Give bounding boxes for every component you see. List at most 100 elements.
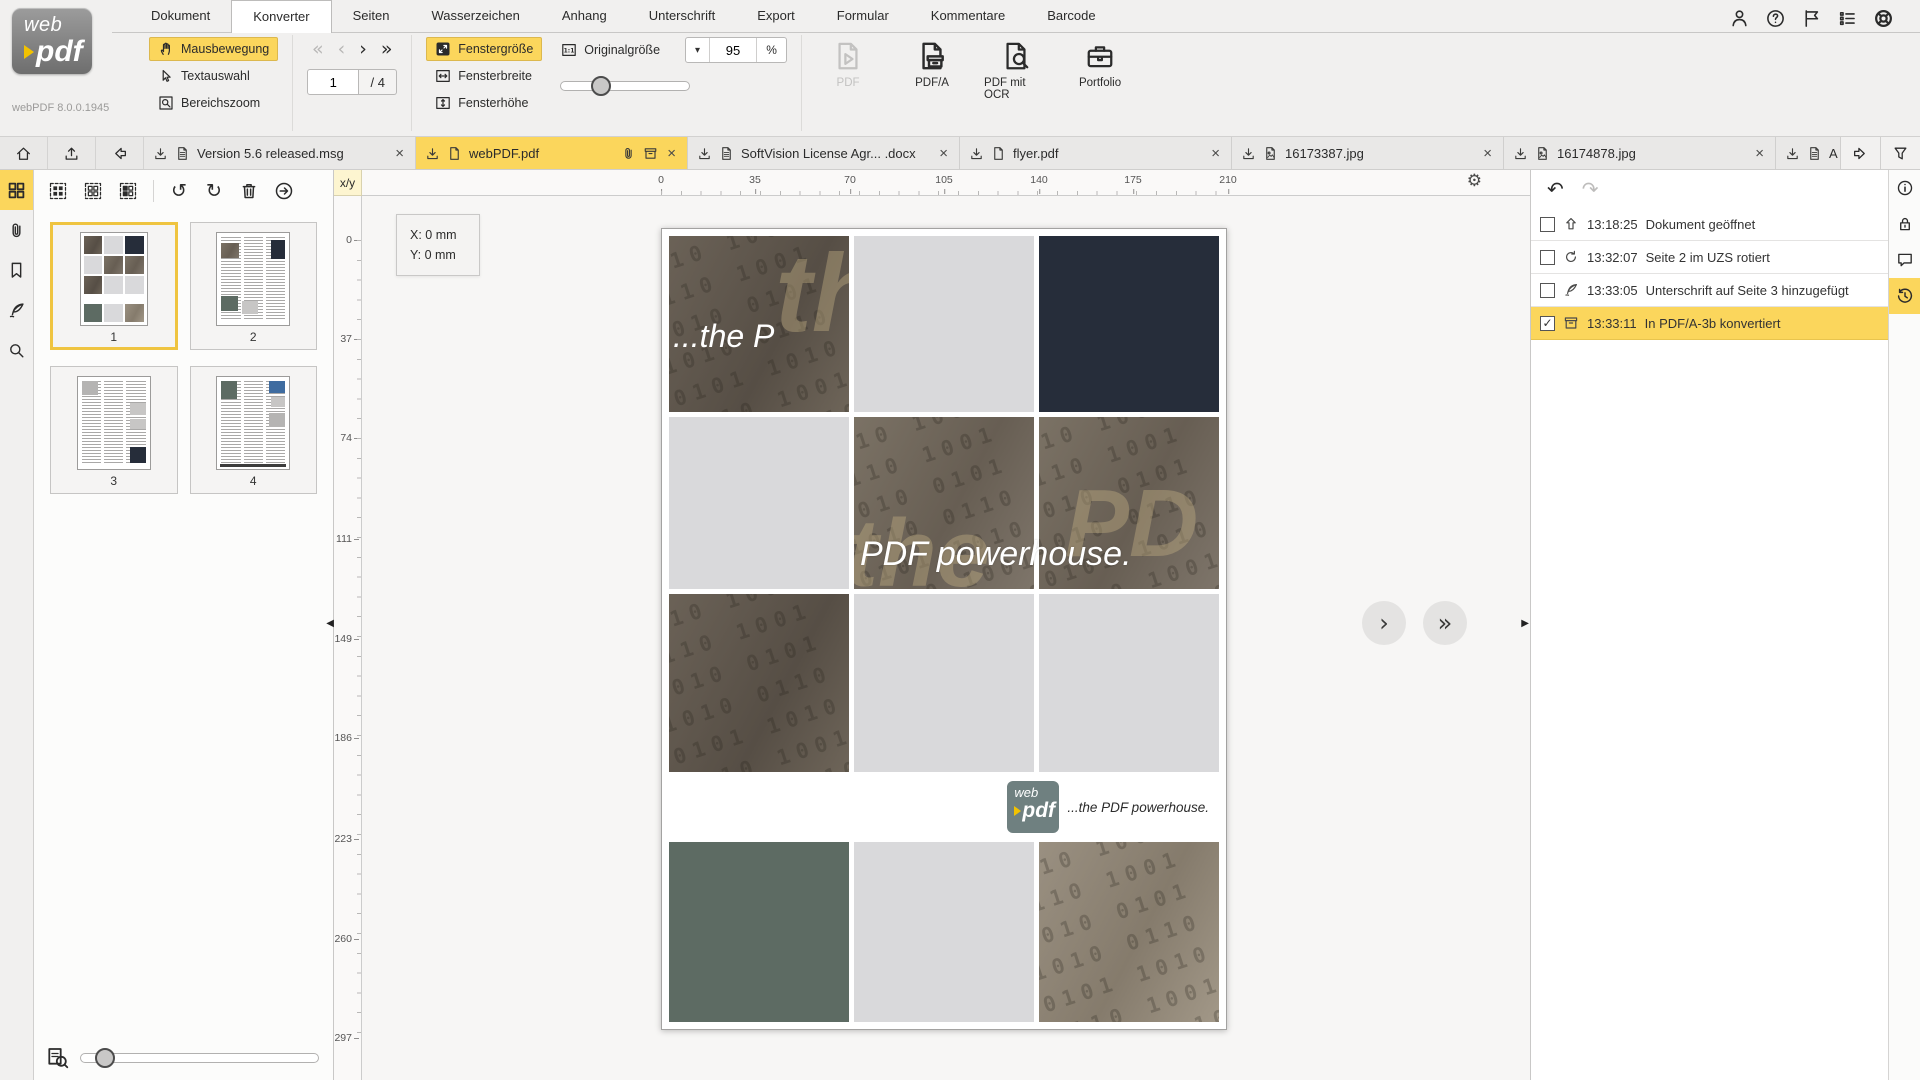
comments-panel-button[interactable]: [1889, 242, 1920, 278]
menu-tab-unterschrift[interactable]: Unterschrift: [628, 0, 736, 33]
text-select-button[interactable]: Textauswahl: [149, 64, 278, 88]
menu-tab-kommentare[interactable]: Kommentare: [910, 0, 1026, 33]
attachments-panel-button[interactable]: [0, 210, 33, 250]
menu-tab-konverter[interactable]: Konverter: [231, 0, 331, 33]
menu-tab-dokument[interactable]: Dokument: [130, 0, 231, 33]
signature-panel-button[interactable]: [0, 290, 33, 330]
history-item[interactable]: 13:32:07 Seite 2 im UZS rotiert: [1531, 241, 1888, 274]
history-checkbox-checked[interactable]: ✓: [1540, 316, 1555, 331]
original-size-button[interactable]: 1:1Originalgröße: [552, 38, 669, 62]
page-number-label: 4: [250, 474, 257, 488]
filter-tabs-button[interactable]: [1880, 137, 1920, 169]
page-thumbnail-3[interactable]: 3: [50, 366, 178, 494]
security-panel-button[interactable]: [1889, 206, 1920, 242]
menu-tab-wasserzeichen[interactable]: Wasserzeichen: [411, 0, 541, 33]
archive-icon[interactable]: [643, 146, 658, 161]
download-icon[interactable]: [969, 146, 984, 161]
paperclip-icon[interactable]: [621, 146, 636, 161]
zoom-dropdown-arrow-icon[interactable]: ▾: [686, 38, 710, 62]
undo-icon[interactable]: ↶: [1547, 177, 1564, 201]
zoom-slider[interactable]: [560, 81, 690, 91]
page-thumbnail-4[interactable]: 4: [190, 366, 318, 494]
download-icon[interactable]: [1513, 146, 1528, 161]
redo-icon[interactable]: ↷: [1582, 177, 1599, 201]
history-item[interactable]: 13:33:05 Unterschrift auf Seite 3 hinzug…: [1531, 274, 1888, 307]
download-icon[interactable]: [153, 146, 168, 161]
close-icon[interactable]: ×: [393, 145, 406, 162]
download-icon[interactable]: [1241, 146, 1256, 161]
list-icon[interactable]: [1837, 8, 1858, 29]
home-button[interactable]: [0, 137, 48, 169]
thumbnails-panel-button[interactable]: [0, 170, 33, 210]
history-item-selected[interactable]: ✓ 13:33:11 In PDF/A-3b konvertiert: [1531, 307, 1888, 340]
search-panel-button[interactable]: [0, 330, 33, 370]
scroll-tabs-button[interactable]: [1840, 137, 1880, 169]
download-icon[interactable]: [1785, 146, 1800, 161]
close-icon[interactable]: ×: [1481, 145, 1494, 162]
upload-button[interactable]: [48, 137, 96, 169]
history-checkbox[interactable]: [1540, 217, 1555, 232]
close-icon[interactable]: ×: [1753, 145, 1766, 162]
menu-tab-export[interactable]: Export: [736, 0, 816, 33]
fit-window-button[interactable]: Fenstergröße: [426, 37, 542, 61]
page-thumbnail-2[interactable]: 2: [190, 222, 318, 350]
close-icon[interactable]: ×: [1209, 145, 1222, 162]
doc-tab-docx[interactable]: SoftVision License Agr... .docx ×: [688, 137, 960, 169]
fit-width-button[interactable]: Fensterbreite: [426, 64, 542, 88]
mouse-move-button[interactable]: Mausbewegung: [149, 37, 278, 61]
back-button[interactable]: [96, 137, 144, 169]
flag-icon[interactable]: [1801, 8, 1822, 29]
zoom-value-input[interactable]: [710, 38, 756, 62]
page-thumbnail-1[interactable]: 1: [50, 222, 178, 350]
page-number-input[interactable]: [307, 69, 359, 95]
history-item[interactable]: 13:18:25 Dokument geöffnet: [1531, 208, 1888, 241]
menu-tab-formular[interactable]: Formular: [816, 0, 910, 33]
help-icon[interactable]: [1765, 8, 1786, 29]
doc-tab-msg[interactable]: Version 5.6 released.msg ×: [144, 137, 416, 169]
download-icon[interactable]: [425, 146, 440, 161]
history-checkbox[interactable]: [1540, 250, 1555, 265]
gear-icon[interactable]: ⚙: [1467, 171, 1482, 191]
bookmarks-panel-button[interactable]: [0, 250, 33, 290]
doc-tab-webpdf[interactable]: webPDF.pdf ×: [416, 137, 688, 169]
doc-tab-jpg2[interactable]: 16174878.jpg ×: [1504, 137, 1776, 169]
trash-icon[interactable]: [239, 181, 259, 201]
fit-height-button[interactable]: Fensterhöhe: [426, 91, 542, 115]
prev-page-button[interactable]: ‹: [338, 39, 346, 59]
close-icon[interactable]: ×: [665, 145, 678, 162]
convert-pdfa-button[interactable]: PDF/A: [900, 41, 964, 129]
close-icon[interactable]: ×: [937, 145, 950, 162]
deselect-pages-icon[interactable]: [83, 181, 103, 201]
support-icon[interactable]: [1873, 8, 1894, 29]
collapse-panel-handle[interactable]: ◀: [326, 618, 334, 629]
next-page-circle-button[interactable]: ›: [1362, 601, 1406, 645]
zoom-slider-knob[interactable]: [591, 76, 611, 96]
last-page-circle-button[interactable]: »: [1423, 601, 1467, 645]
convert-portfolio-button[interactable]: Portfolio: [1068, 41, 1132, 129]
original-size-label: Originalgröße: [584, 43, 660, 57]
menu-tab-anhang[interactable]: Anhang: [541, 0, 628, 33]
thumbnail-size-knob[interactable]: [95, 1048, 115, 1068]
invert-selection-icon[interactable]: [118, 181, 138, 201]
history-checkbox[interactable]: [1540, 283, 1555, 298]
thumbnail-size-slider[interactable]: [80, 1053, 319, 1063]
area-zoom-button[interactable]: Bereichszoom: [149, 91, 278, 115]
user-icon[interactable]: [1729, 8, 1750, 29]
rotate-cw-icon[interactable]: ↻: [204, 181, 224, 201]
first-page-button[interactable]: «: [312, 39, 324, 59]
rotate-ccw-icon[interactable]: ↺: [169, 181, 189, 201]
last-page-button[interactable]: »: [381, 39, 393, 59]
history-panel-button[interactable]: [1889, 278, 1920, 314]
download-icon[interactable]: [697, 146, 712, 161]
convert-ocr-button[interactable]: PDF mit OCR: [984, 41, 1048, 129]
doc-tab-flyer[interactable]: flyer.pdf ×: [960, 137, 1232, 169]
cursor-x-value: X: 0 mm: [410, 225, 479, 245]
select-pages-icon[interactable]: [48, 181, 68, 201]
doc-tab-jpg1[interactable]: 16173387.jpg ×: [1232, 137, 1504, 169]
next-page-button[interactable]: ›: [359, 39, 367, 59]
menu-tab-barcode[interactable]: Barcode: [1026, 0, 1116, 33]
info-panel-button[interactable]: [1889, 170, 1920, 206]
menu-tab-seiten[interactable]: Seiten: [332, 0, 411, 33]
extract-pages-icon[interactable]: [274, 181, 294, 201]
expand-panel-handle[interactable]: ▶: [1521, 618, 1529, 629]
